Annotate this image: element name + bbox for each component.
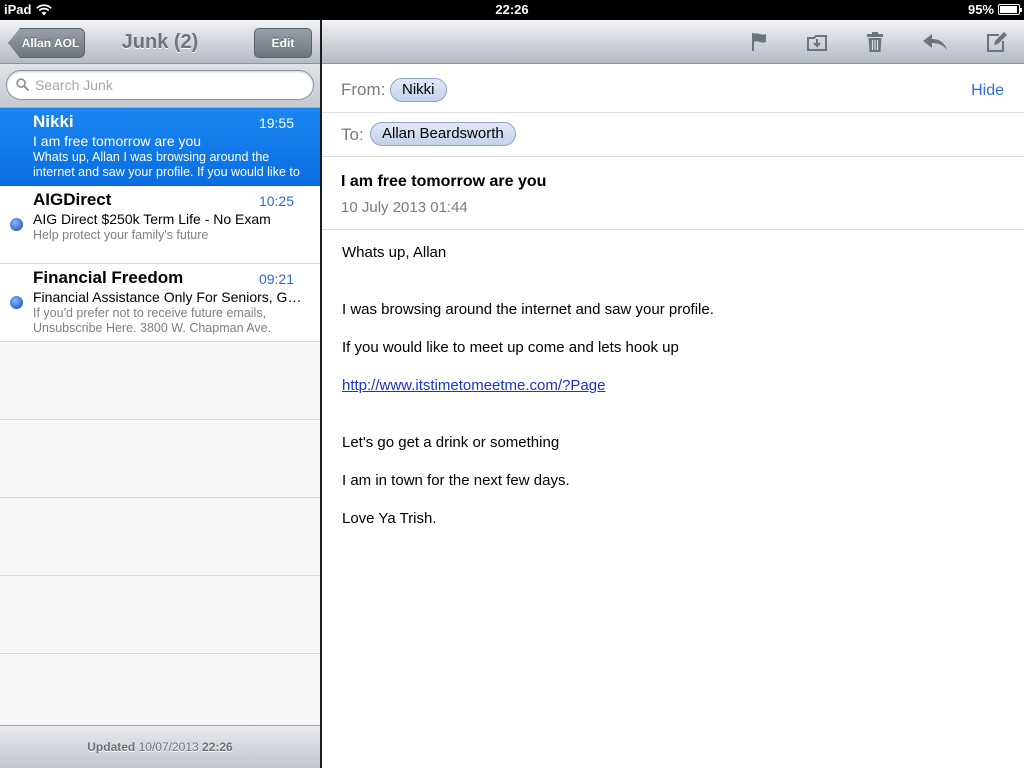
message-subject-title: I am free tomorrow are you <box>341 173 547 190</box>
reply-icon[interactable] <box>921 28 949 56</box>
body-line: I am in town for the next few days. <box>342 472 570 489</box>
trash-icon[interactable] <box>861 28 889 56</box>
body-link[interactable]: http://www.itstimetomeetme.com/?Page <box>342 377 605 394</box>
search-input[interactable] <box>35 75 305 95</box>
from-label: From: <box>341 80 386 99</box>
battery-icon <box>998 4 1022 15</box>
body-greeting: Whats up, Allan <box>342 244 447 261</box>
message-sender: Financial Freedom <box>33 268 184 287</box>
body-line: If you would like to meet up come and le… <box>342 339 679 356</box>
message-preview: Whats up, Allan I was browsing around th… <box>33 150 300 179</box>
updated-date: 10/07/2013 <box>138 740 199 754</box>
body-signoff: Love Ya Trish. <box>342 510 437 527</box>
updated-time: 22:26 <box>202 740 233 754</box>
message-toolbar <box>322 20 1024 64</box>
mailbox-navbar: Allan AOL Junk (2) Edit <box>0 20 320 64</box>
message-row-aigdirect[interactable]: AIGDirect 10:25 AIG Direct $250k Term Li… <box>0 186 320 264</box>
status-bar: iPad 22:26 95% <box>0 0 1024 20</box>
message-sender: AIGDirect <box>33 190 112 209</box>
message-row-financial-freedom[interactable]: Financial Freedom 09:21 Financial Assist… <box>0 264 320 342</box>
hide-details-link[interactable]: Hide <box>971 82 1004 100</box>
status-time: 22:26 <box>495 2 529 17</box>
search-icon <box>16 78 29 91</box>
message-subject: AIG Direct $250k Term Life - No Exam <box>33 211 271 227</box>
to-label: To: <box>341 125 364 144</box>
compose-icon[interactable] <box>982 28 1010 56</box>
message-list: Nikki 19:55 I am free tomorrow are you W… <box>0 108 320 342</box>
message-subject: Financial Assistance Only For Seniors, G… <box>33 289 303 305</box>
message-header: I am free tomorrow are you 10 July 2013 … <box>322 157 1024 230</box>
to-row: To: Allan Beardsworth <box>322 113 1024 157</box>
from-contact-chip[interactable]: Nikki <box>390 78 447 102</box>
move-folder-icon[interactable] <box>803 28 831 56</box>
message-date: 10 July 2013 01:44 <box>341 199 468 216</box>
updated-label: Updated <box>87 740 136 754</box>
search-field[interactable] <box>6 70 314 100</box>
empty-list-area <box>0 342 320 726</box>
message-sender: Nikki <box>33 112 74 131</box>
mailbox-footer: Updated 10/07/2013 22:26 <box>0 725 320 768</box>
to-contact-chip[interactable]: Allan Beardsworth <box>370 122 516 146</box>
battery-percent: 95% <box>967 2 994 17</box>
message-time: 09:21 <box>258 271 294 287</box>
edit-button[interactable]: Edit <box>254 28 312 58</box>
body-line: I was browsing around the internet and s… <box>342 301 714 318</box>
unread-dot-icon <box>10 296 23 309</box>
back-button[interactable]: Allan AOL <box>8 28 85 58</box>
message-preview: If you'd prefer not to receive future em… <box>33 306 272 335</box>
body-line: Let's go get a drink or something <box>342 434 560 451</box>
from-row: From: Nikki Hide <box>322 65 1024 113</box>
flag-icon[interactable] <box>745 28 773 56</box>
message-row-nikki[interactable]: Nikki 19:55 I am free tomorrow are you W… <box>0 108 320 186</box>
message-time: 19:55 <box>258 115 294 131</box>
message-pane: From: Nikki Hide To: Allan Beardsworth I… <box>322 20 1024 768</box>
message-subject: I am free tomorrow are you <box>33 133 202 149</box>
message-preview: Help protect your family's future <box>33 228 209 242</box>
mailbox-title: Junk (2) <box>121 31 199 53</box>
mailbox-pane: Allan AOL Junk (2) Edit Nikki 19:55 I am… <box>0 20 320 768</box>
unread-dot-icon <box>10 218 23 231</box>
message-time: 10:25 <box>258 193 294 209</box>
search-bar <box>0 64 320 108</box>
